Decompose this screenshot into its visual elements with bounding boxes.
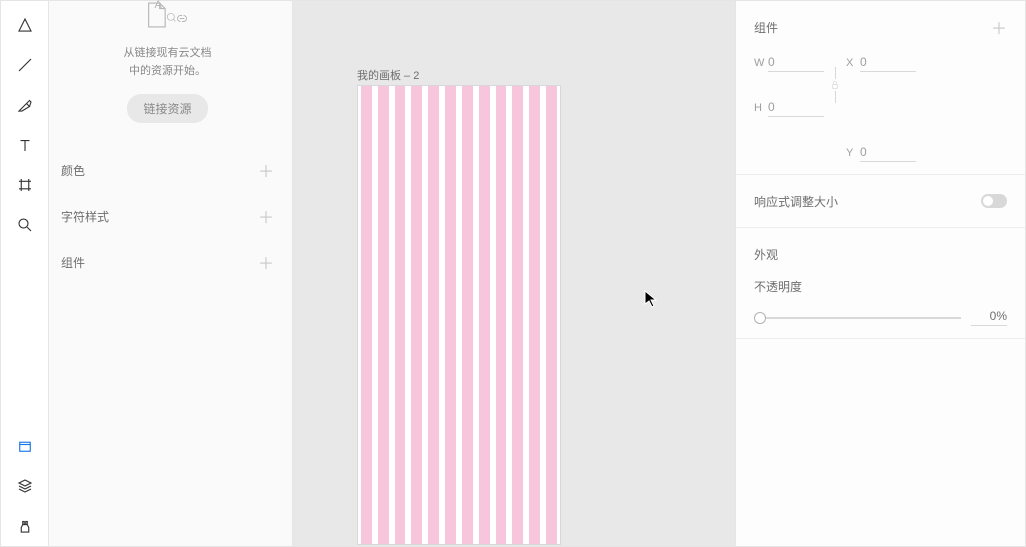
char-styles-label: 字符样式 (61, 208, 109, 225)
add-component-button[interactable]: ＋ (258, 250, 274, 274)
colors-section: 颜色 ＋ (61, 147, 274, 193)
assets-tab[interactable] (1, 426, 49, 466)
responsive-label: 响应式调整大小 (754, 193, 838, 210)
canvas[interactable]: 我的画板 – 2 (293, 1, 735, 546)
component-section: 组件 ＋ W 0 X 0 H 0 Y 0 (736, 1, 1025, 175)
inspector-panel: 组件 ＋ W 0 X 0 H 0 Y 0 (735, 1, 1025, 546)
pen-tool[interactable] (1, 85, 49, 125)
responsive-toggle[interactable] (981, 194, 1007, 208)
appearance-label: 外观 (754, 246, 778, 263)
text-tool[interactable] (1, 125, 49, 165)
w-label: W (754, 57, 768, 69)
line-tool[interactable] (1, 45, 49, 85)
link-assets-button[interactable]: 链接资源 (127, 94, 207, 123)
add-char-style-button[interactable]: ＋ (258, 204, 274, 228)
add-color-button[interactable]: ＋ (258, 158, 274, 182)
opacity-value[interactable]: 0% (971, 309, 1007, 326)
h-label: H (754, 102, 768, 114)
artboard-tool[interactable] (1, 165, 49, 205)
char-styles-section: 字符样式 ＋ (61, 193, 274, 239)
artboard[interactable] (357, 85, 561, 545)
x-label: X (846, 57, 860, 69)
y-label: Y (846, 147, 860, 159)
cursor-icon (644, 290, 658, 308)
appearance-section: 外观 不透明度 0% (736, 228, 1025, 339)
h-input[interactable]: 0 (768, 98, 824, 117)
artboard-label[interactable]: 我的画板 – 2 (357, 67, 419, 83)
lock-aspect-icon[interactable] (824, 67, 846, 103)
assets-hint-line2: 中的资源开始。 (61, 63, 274, 81)
components-label: 组件 (61, 254, 85, 271)
components-section: 组件 ＋ (61, 239, 274, 285)
colors-label: 颜色 (61, 162, 85, 179)
tool-rail (1, 1, 49, 546)
assets-panel: A 从链接现有云文档 中的资源开始。 链接资源 颜色 ＋ 字符样式 ＋ 组件 ＋ (49, 1, 293, 546)
layers-tab[interactable] (1, 466, 49, 506)
y-input[interactable]: 0 (860, 143, 916, 162)
app-root: A 从链接现有云文档 中的资源开始。 链接资源 颜色 ＋ 字符样式 ＋ 组件 ＋… (0, 0, 1026, 547)
plugins-tab[interactable] (1, 506, 49, 546)
add-component-instance-button[interactable]: ＋ (991, 15, 1007, 39)
opacity-slider[interactable] (754, 317, 961, 319)
opacity-label: 不透明度 (754, 278, 1007, 295)
assets-empty-state: A 从链接现有云文档 中的资源开始。 链接资源 (61, 1, 274, 147)
cloud-doc-icon: A (138, 1, 198, 37)
transform-grid: W 0 X 0 H 0 Y 0 (754, 53, 1007, 162)
triangle-tool[interactable] (1, 5, 49, 45)
responsive-section: 响应式调整大小 (736, 175, 1025, 228)
assets-hint-line1: 从链接现有云文档 (61, 45, 274, 63)
component-title: 组件 (754, 19, 778, 36)
opacity-control: 0% (754, 309, 1007, 326)
zoom-tool[interactable] (1, 205, 49, 245)
w-input[interactable]: 0 (768, 53, 824, 72)
x-input[interactable]: 0 (860, 53, 916, 72)
